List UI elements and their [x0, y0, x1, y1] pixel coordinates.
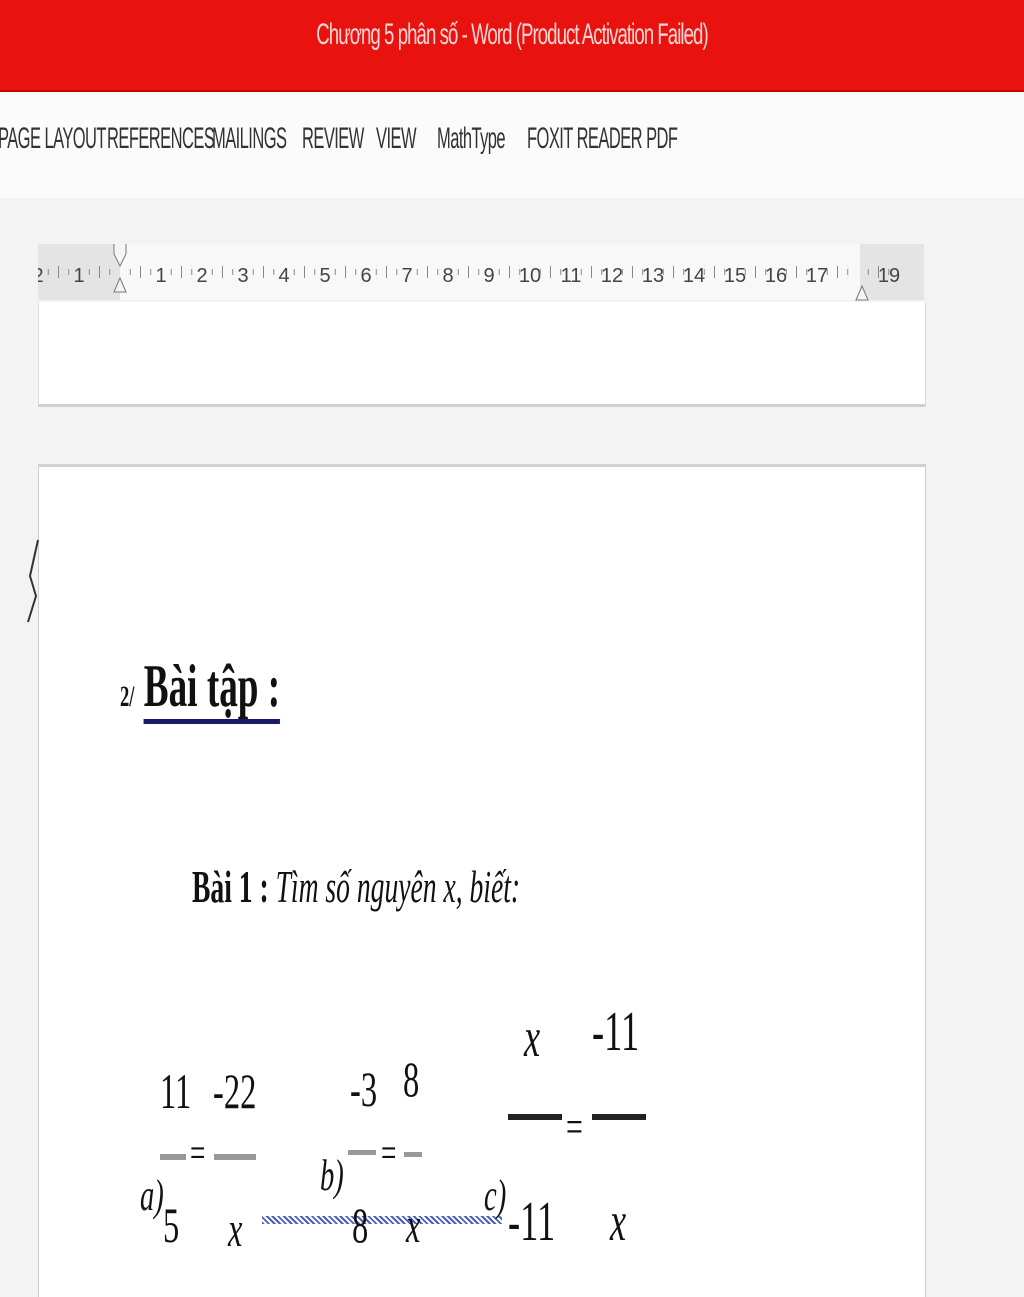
ruler-label-12: 12	[601, 265, 623, 287]
ruler-label-13: 13	[642, 265, 664, 287]
window-title: Chương 5 phân số - Word (Product Activat…	[316, 18, 708, 51]
tab-foxit-reader-pdf[interactable]: FOXIT READER PDF	[527, 122, 678, 156]
ruler-label-left-1: 1	[73, 265, 84, 287]
cursor-mark-icon	[27, 539, 39, 623]
ruler-label-16: 16	[765, 265, 787, 287]
tab-page-layout[interactable]: PAGE LAYOUT	[0, 122, 107, 156]
eq-a-numerator-2: -22	[213, 1063, 257, 1119]
hanging-indent-marker[interactable]	[113, 276, 127, 293]
eq-a-denominator-2: x	[228, 1201, 243, 1257]
tab-mathtype[interactable]: MathType	[437, 122, 506, 156]
exercise-label: Bài 1 :	[192, 861, 269, 912]
tab-review[interactable]: REVIEW	[302, 122, 364, 156]
eq-a-equals: =	[190, 1131, 206, 1177]
eq-b-label: b)	[320, 1151, 344, 1200]
ruler-label-17: 17	[806, 265, 828, 287]
right-indent-marker[interactable]	[855, 284, 869, 301]
eq-a-numerator-1: 11	[160, 1063, 192, 1119]
ruler-label-4: 4	[278, 265, 289, 287]
exercise-text: Tìm số nguyên x, biết:	[275, 861, 521, 912]
eq-c-denominator-1: -11	[508, 1191, 556, 1253]
title-bar: Chương 5 phân số - Word (Product Activat…	[0, 0, 1024, 92]
eq-b-denominator-2: x	[406, 1197, 421, 1253]
eq-a-label: a)	[140, 1171, 164, 1220]
tab-mailings[interactable]: MAILINGS	[212, 122, 287, 156]
tab-view[interactable]: VIEW	[376, 122, 417, 156]
eq-b-numerator-1: -3	[350, 1061, 378, 1117]
eq-c-fraction-bar-2	[592, 1114, 646, 1120]
heading-number: 2/	[120, 680, 135, 713]
ruler-label-2: 2	[196, 265, 207, 287]
ruler-label-8: 8	[442, 265, 453, 287]
heading-text: Bài tập :	[143, 653, 281, 724]
horizontal-ruler[interactable]: 21123456789101112131415161719	[38, 244, 924, 333]
eq-c-numerator-2: -11	[592, 1001, 640, 1063]
exercise-line: Bài 1 : Tìm số nguyên x, biết:	[192, 860, 520, 913]
eq-c-denominator-2: x	[610, 1191, 627, 1253]
eq-c-equals: =	[566, 1101, 583, 1152]
ruler-label-15: 15	[724, 265, 746, 287]
ruler-label-6: 6	[360, 265, 371, 287]
tab-references[interactable]: REFERENCES	[107, 122, 215, 156]
ruler-label-11: 11	[561, 265, 582, 287]
previous-page-bottom	[38, 302, 926, 407]
eq-a-fraction-bar-2	[214, 1154, 256, 1160]
eq-c-label: c)	[484, 1171, 507, 1220]
ruler-label-left-2: 2	[38, 265, 44, 287]
eq-c-fraction-bar-1	[508, 1114, 562, 1120]
eq-c-numerator-1: x	[524, 1007, 541, 1069]
ruler-label-9: 9	[483, 265, 494, 287]
ruler-label-14: 14	[683, 265, 705, 287]
ruler-label-3: 3	[237, 265, 248, 287]
eq-a-denominator-1: 5	[163, 1197, 180, 1253]
ruler-label-5: 5	[319, 265, 330, 287]
eq-b-fraction-bar-2	[404, 1152, 422, 1157]
eq-b-numerator-2: 8	[403, 1051, 420, 1107]
section-heading: 2/ Bài tập :	[120, 652, 281, 724]
ruler-label-19: 19	[878, 265, 900, 287]
ruler-label-7: 7	[401, 265, 412, 287]
ruler-label-10: 10	[519, 265, 541, 287]
eq-b-equals: =	[381, 1131, 397, 1177]
eq-b-denominator-1: 8	[352, 1197, 369, 1253]
first-line-indent-marker[interactable]	[113, 244, 127, 268]
spellcheck-underline	[262, 1216, 502, 1224]
ruler-label-1: 1	[155, 265, 166, 287]
eq-b-fraction-bar-1	[348, 1150, 376, 1155]
eq-a-fraction-bar-1	[160, 1154, 186, 1160]
